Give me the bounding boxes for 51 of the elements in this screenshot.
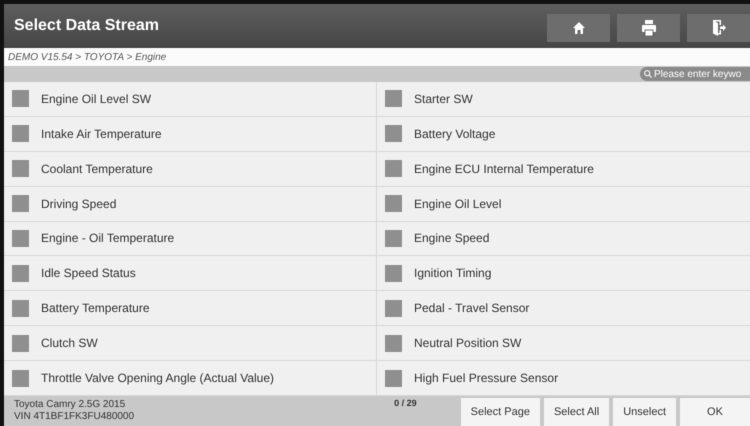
home-icon <box>572 21 586 35</box>
printer-icon <box>642 20 656 36</box>
window-title: Select Data Stream <box>14 17 159 35</box>
checkbox[interactable] <box>385 195 402 212</box>
checkbox[interactable] <box>385 300 402 317</box>
data-stream-item[interactable]: Pedal - Travel Sensor <box>377 291 750 326</box>
checkbox[interactable] <box>12 160 29 178</box>
data-stream-item[interactable]: Engine ECU Internal Temperature <box>377 152 750 187</box>
checkbox[interactable] <box>385 230 402 247</box>
data-stream-item[interactable]: Starter SW <box>377 82 750 117</box>
data-stream-item[interactable]: Engine Oil Level SW <box>4 82 377 117</box>
data-stream-item[interactable]: Neutral Position SW <box>377 326 750 362</box>
breadcrumb: DEMO V15.54 > TOYOTA > Engine <box>8 52 166 62</box>
checkbox[interactable] <box>385 264 402 282</box>
exit-icon <box>712 20 726 36</box>
data-stream-item[interactable]: Ignition Timing <box>377 256 750 292</box>
print-button[interactable] <box>617 14 680 42</box>
search-field[interactable]: Please enter keywo <box>640 67 750 81</box>
home-button[interactable] <box>547 14 610 42</box>
exit-button[interactable] <box>687 14 750 42</box>
checkbox[interactable] <box>12 300 29 317</box>
data-stream-item[interactable]: Driving Speed <box>4 186 377 222</box>
checkbox[interactable] <box>385 160 402 178</box>
checkbox[interactable] <box>385 370 402 387</box>
vehicle-model: Toyota Camry 2.5G 2015 <box>14 399 126 411</box>
footer-button[interactable]: Select Page <box>460 398 540 426</box>
footer-button[interactable]: Unselect <box>613 398 676 426</box>
data-stream-item[interactable]: Engine Speed <box>377 222 750 256</box>
checkbox[interactable] <box>12 370 29 387</box>
vehicle-vin: VIN 4T1BF1FK3FU480000 <box>14 411 136 423</box>
search-icon <box>644 69 652 79</box>
checkbox[interactable] <box>385 90 402 108</box>
data-stream-item[interactable]: Intake Air Temperature <box>4 116 377 152</box>
checkbox[interactable] <box>12 264 29 282</box>
data-stream-item[interactable]: Clutch SW <box>4 326 377 362</box>
checkbox[interactable] <box>12 334 29 352</box>
checkbox[interactable] <box>385 334 402 352</box>
checkbox[interactable] <box>12 90 29 108</box>
data-stream-item[interactable]: Engine Oil Level <box>377 186 750 222</box>
data-stream-item[interactable]: Engine - Oil Temperature <box>4 222 377 256</box>
data-stream-item[interactable]: Battery Temperature <box>4 291 377 326</box>
footer-button[interactable]: Select All <box>544 398 610 426</box>
data-stream-item[interactable]: Coolant Temperature <box>4 152 377 187</box>
data-stream-item[interactable]: Idle Speed Status <box>4 256 377 292</box>
data-stream-item[interactable]: Battery Voltage <box>377 116 750 152</box>
checkbox[interactable] <box>12 230 29 247</box>
selection-counter: 0 / 29 <box>394 398 417 408</box>
checkbox[interactable] <box>12 195 29 212</box>
checkbox[interactable] <box>12 125 29 142</box>
checkbox[interactable] <box>385 125 402 142</box>
footer-button[interactable]: OK <box>680 398 750 426</box>
